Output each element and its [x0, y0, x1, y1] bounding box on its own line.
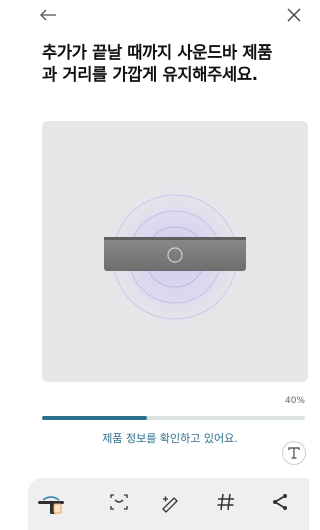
share-button[interactable]	[268, 490, 294, 514]
draw-icon	[162, 496, 178, 513]
page-title: 추가가 끝날 때까지 사운드바 제품 과 거리를 가깝게 유지해주세요.	[42, 42, 304, 86]
title-line-1: 추가가 끝날 때까지 사운드바 제품	[42, 43, 273, 62]
soundbar-illustration	[42, 121, 308, 382]
smart-select-button[interactable]	[107, 490, 133, 514]
progress-percent: 40%	[284, 396, 305, 406]
arrow-left-icon	[40, 9, 56, 21]
smart-select-icon	[110, 494, 128, 510]
close-button[interactable]	[283, 4, 305, 26]
soundbar-top-edge	[104, 237, 246, 240]
status-text: 제품 정보를 확인하고 있어요.	[102, 432, 238, 445]
share-icon	[273, 494, 287, 510]
close-icon	[287, 8, 301, 22]
capture-toolbar	[28, 478, 309, 530]
hashtag-icon	[217, 493, 234, 511]
soundbar-body	[104, 237, 246, 271]
screen-capture-button[interactable]	[36, 490, 64, 514]
top-bar	[0, 0, 309, 36]
progress-fill	[42, 416, 148, 420]
back-button[interactable]	[38, 4, 60, 26]
text-size-button[interactable]	[283, 442, 305, 464]
draw-button[interactable]	[159, 490, 185, 514]
text-size-icon	[288, 447, 300, 459]
progress-track	[42, 416, 305, 420]
hashtag-button[interactable]	[214, 490, 240, 514]
soundbar-graphic	[97, 179, 253, 335]
title-line-2: 과 거리를 가깝게 유지해주세요.	[42, 65, 258, 84]
screen-capture-icon	[38, 496, 64, 514]
